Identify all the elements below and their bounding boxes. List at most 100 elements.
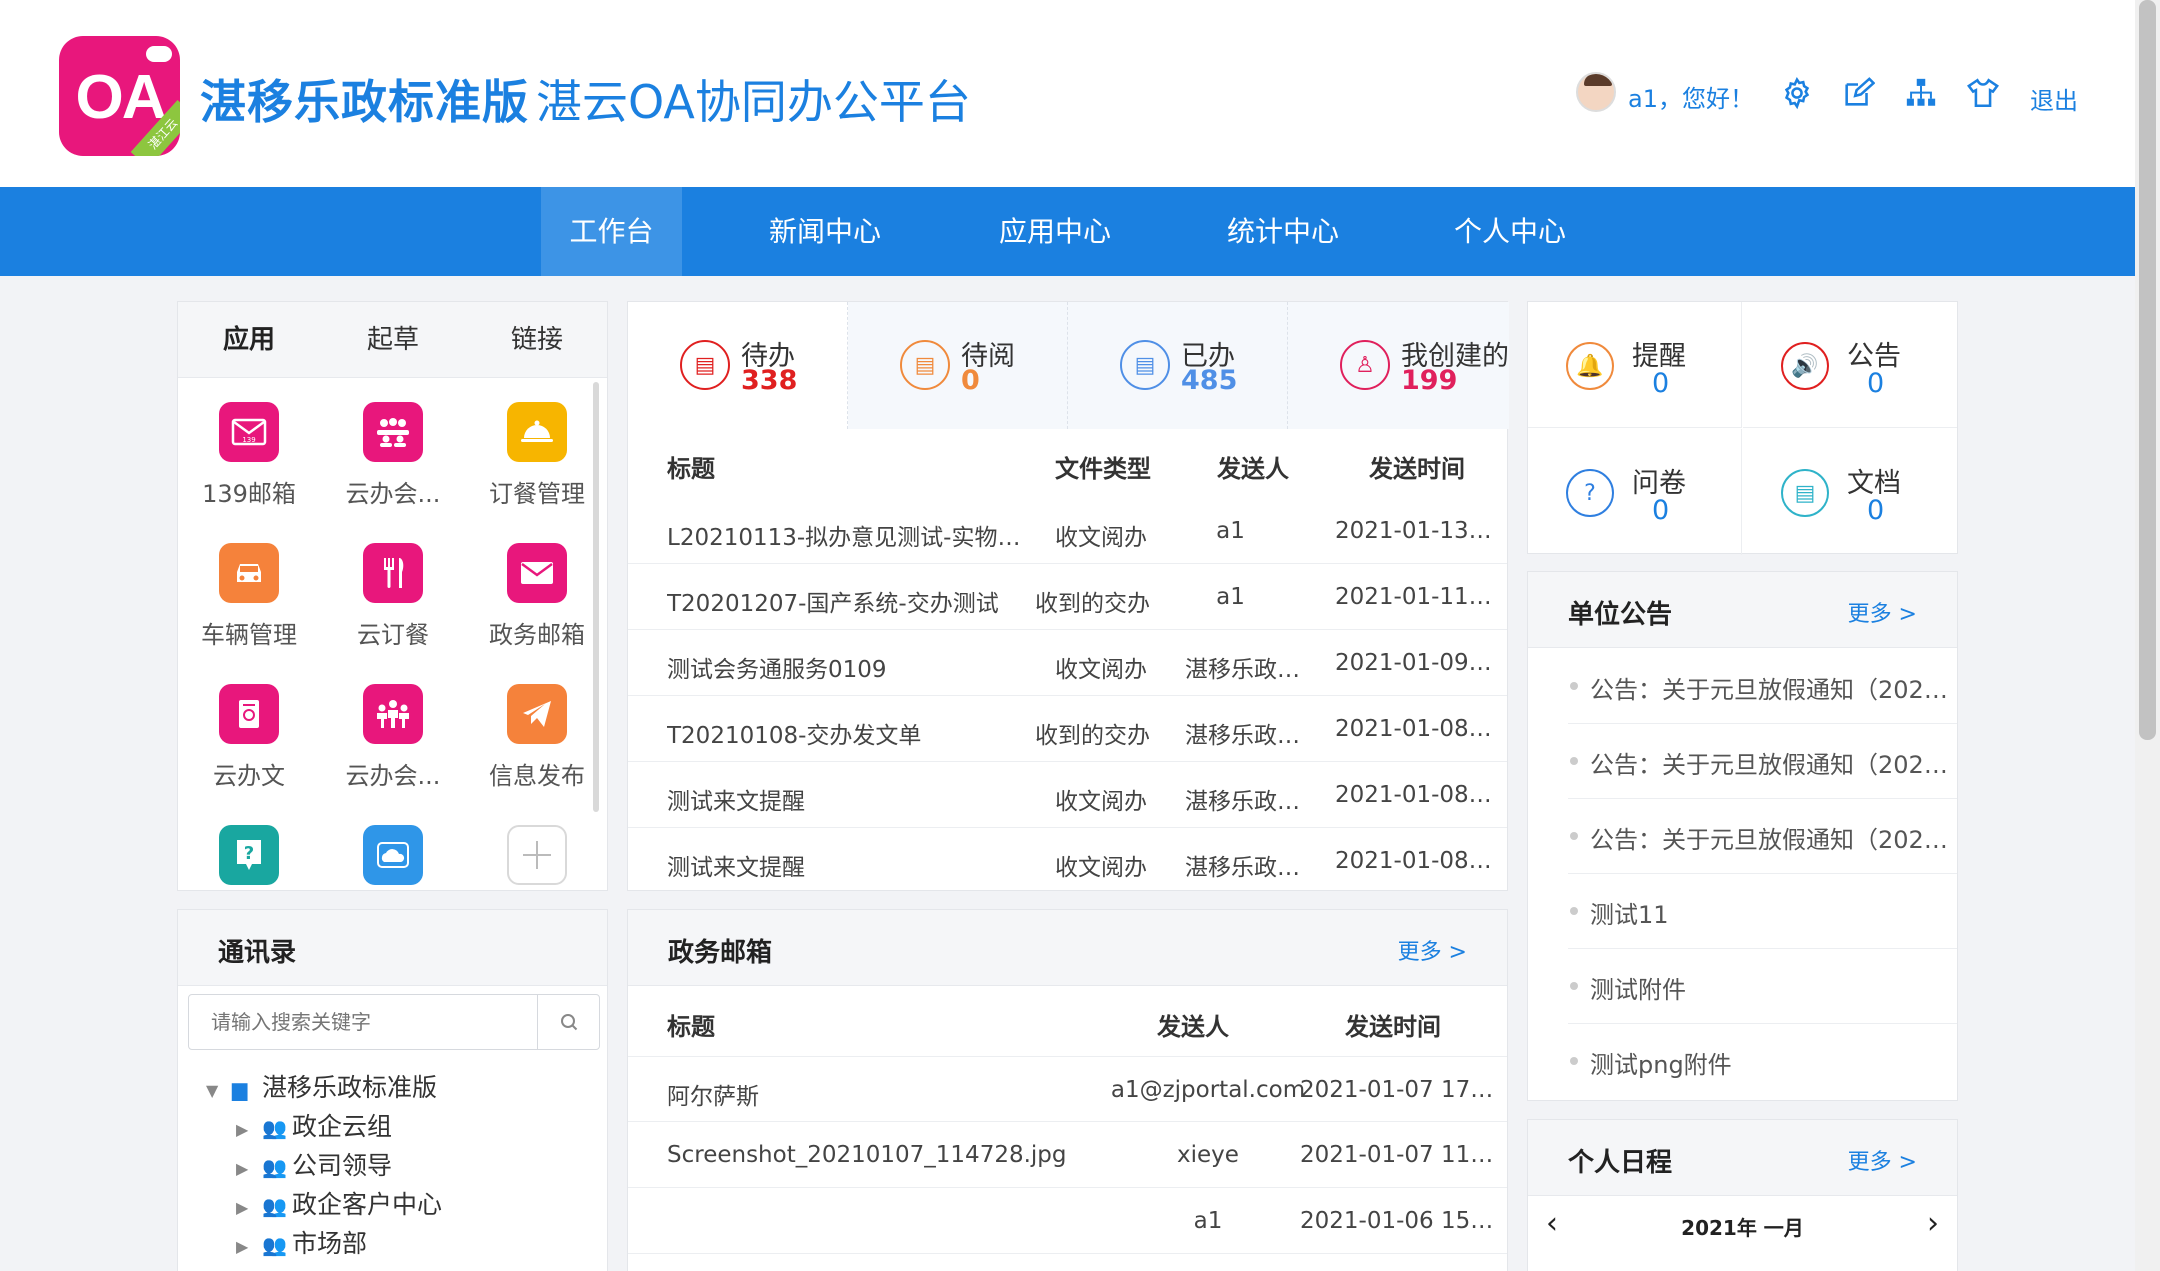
table-row[interactable]: 测试会务通服务0109 收文阅办 湛移乐政标准版 2021-01-09 10:2… xyxy=(628,630,1507,696)
nav-item-apps[interactable]: 应用中心 xyxy=(975,187,1135,276)
list-item-text[interactable]: 公告：关于元旦放假通知（2021） xyxy=(1590,745,1950,780)
gear-icon[interactable] xyxy=(1780,76,1814,110)
nav-item-workbench[interactable]: 工作台 xyxy=(541,187,682,276)
table-row[interactable]: Screenshot_20210107_114728.jpg xieye 202… xyxy=(628,1122,1507,1188)
list-item[interactable]: 测试附件 xyxy=(1568,949,1957,1024)
row-title[interactable]: T20210108-交办发文单 xyxy=(667,716,1027,750)
app-cloud-meal[interactable]: 云订餐 xyxy=(322,543,464,650)
tree-item[interactable]: ▶ 👥 政企客户中心 xyxy=(236,1185,442,1221)
tab-links[interactable]: 链接 xyxy=(466,302,608,378)
unit-notice-header: 单位公告 更多 > xyxy=(1528,572,1957,648)
tree-item-label: 公司领导 xyxy=(292,1151,393,1180)
tab-to-read[interactable]: ▤ 待阅 0 xyxy=(848,302,1068,429)
app-label: 云办文 xyxy=(213,762,285,790)
list-item-text[interactable]: 测试png附件 xyxy=(1590,1045,1950,1080)
app-139-mail[interactable]: 139 139邮箱 xyxy=(178,402,320,509)
app-cloud-meeting[interactable]: 云办会... xyxy=(322,402,464,509)
user-greeting[interactable]: a1，您好！ xyxy=(1628,79,1754,114)
user-avatar[interactable] xyxy=(1576,72,1616,112)
app-cloud-disk[interactable] xyxy=(322,825,464,885)
caret-right-icon[interactable]: ▶ xyxy=(236,1198,262,1217)
list-item-text[interactable]: 测试11 xyxy=(1590,895,1950,930)
table-row[interactable]: T20201207-国产系统-交办测试 收到的交办 a1 2021-01-11 … xyxy=(628,564,1507,630)
app-gov-mail[interactable]: 政务邮箱 xyxy=(466,543,608,650)
list-item-text[interactable]: 测试附件 xyxy=(1590,970,1950,1005)
table-row[interactable]: L20210113-拟办意见测试-实物收文 收文阅办 a1 2021-01-13… xyxy=(628,498,1507,564)
bullet xyxy=(1570,907,1578,915)
add-app-button[interactable] xyxy=(466,825,608,885)
app-questionnaire[interactable]: ? xyxy=(178,825,320,885)
row-title[interactable]: L20210113-拟办意见测试-实物收文 xyxy=(667,518,1027,552)
list-item-text[interactable]: 公告：关于元旦放假通知（2021） xyxy=(1590,670,1950,705)
page-scrollbar[interactable] xyxy=(2135,0,2160,1271)
search-icon[interactable] xyxy=(537,995,599,1049)
row-title[interactable]: 测试来文提醒 xyxy=(667,848,1027,882)
app-cloud-meeting-2[interactable]: 云办会... xyxy=(322,684,464,791)
group-icon: 👥 xyxy=(262,1155,287,1179)
reminder-box[interactable]: 🔔 提醒 0 xyxy=(1528,302,1742,428)
row-title[interactable]: Screenshot_20210107_114728.jpg xyxy=(667,1142,1087,1168)
app-info-publish[interactable]: 信息发布 xyxy=(466,684,608,791)
announcement-box[interactable]: 🔊 公告 0 xyxy=(1743,302,1957,428)
caret-right-icon[interactable]: ▶ xyxy=(236,1159,262,1178)
schedule-more-link[interactable]: 更多 > xyxy=(1848,1144,1917,1176)
chevron-right-icon[interactable]: › xyxy=(1927,1206,1939,1241)
tasks-panel: ▤ 待办 338 ▤ 待阅 0 ▤ 已办 485 ♙ 我创建的 199 标题 文… xyxy=(627,301,1509,894)
document-box[interactable]: ▤ 文档 0 xyxy=(1743,429,1957,555)
app-logo[interactable]: OA 湛江云 xyxy=(59,36,180,156)
shirt-icon[interactable] xyxy=(1966,76,2000,110)
table-row[interactable]: T20210108-交办发文单 收到的交办 湛移乐政标准版 2021-01-08… xyxy=(628,696,1507,762)
nav-item-stats[interactable]: 统计中心 xyxy=(1203,187,1363,276)
apps-scrollbar[interactable] xyxy=(593,382,599,812)
row-title[interactable]: 测试来文提醒 xyxy=(667,782,1027,816)
row-title[interactable]: T20201207-国产系统-交办测试 xyxy=(667,584,1027,618)
box-count: 0 xyxy=(1867,368,1885,399)
app-vehicle-management[interactable]: 车辆管理 xyxy=(178,543,320,650)
tree-item[interactable]: ▶ 👥 市场部 xyxy=(236,1224,367,1260)
caret-down-icon[interactable]: ▼ xyxy=(206,1081,232,1100)
tab-apps[interactable]: 应用 xyxy=(178,302,320,378)
list-item[interactable]: 公告：关于元旦放假通知（2021） xyxy=(1568,799,1957,874)
table-row[interactable]: 测试来文提醒 收文阅办 湛移乐政标准版 2021-01-08 16:20 xyxy=(628,762,1507,828)
row-sender: a1@zjportal.com xyxy=(1110,1077,1306,1103)
list-item[interactable]: 测试png附件 xyxy=(1568,1024,1957,1099)
table-row[interactable]: 测试来文提醒 收文阅办 湛移乐政标准版 2021-01-08 15:30 xyxy=(628,828,1507,894)
table-row[interactable]: 阿尔萨斯 a1@zjportal.com 2021-01-07 17:48 xyxy=(628,1056,1507,1122)
tree-root-label: 湛移乐政标准版 xyxy=(262,1073,438,1102)
tab-draft[interactable]: 起草 xyxy=(322,302,464,378)
row-time: 2021-01-07 17:48 xyxy=(1300,1077,1500,1103)
list-item-text[interactable]: 公告：关于元旦放假通知（2021） xyxy=(1590,820,1950,855)
mailbox-more-link[interactable]: 更多 > xyxy=(1398,934,1467,966)
caret-right-icon[interactable]: ▶ xyxy=(236,1237,262,1256)
logout-link[interactable]: 退出 xyxy=(2030,81,2078,116)
tree-item[interactable]: ▶ 👥 公司领导 xyxy=(236,1146,392,1182)
questionnaire-box[interactable]: ? 问卷 0 xyxy=(1528,429,1742,555)
bell-icon: 🔔 xyxy=(1566,342,1614,390)
scrollbar-thumb[interactable] xyxy=(2139,0,2156,740)
tab-todo[interactable]: ▤ 待办 338 xyxy=(628,302,848,429)
row-time: 2021-01-08 15:30 xyxy=(1335,848,1495,874)
tree-item-label: 政企客户中心 xyxy=(292,1190,443,1219)
tree-root[interactable]: ▼ ▆ 湛移乐政标准版 xyxy=(206,1068,437,1104)
list-item[interactable]: 公告：关于元旦放假通知（2021） xyxy=(1568,649,1957,724)
list-item[interactable]: 公告：关于元旦放假通知（2021） xyxy=(1568,724,1957,799)
nav-item-personal[interactable]: 个人中心 xyxy=(1430,187,1590,276)
tree-item[interactable]: ▶ 👥 政企云组 xyxy=(236,1107,392,1143)
nav-item-news[interactable]: 新闻中心 xyxy=(745,187,905,276)
app-cloud-document[interactable]: 云办文 xyxy=(178,684,320,791)
org-chart-icon[interactable] xyxy=(1904,76,1938,110)
table-row[interactable]: a1 2021-01-06 15:28 xyxy=(628,1188,1507,1254)
edit-icon[interactable] xyxy=(1841,76,1876,110)
row-time: 2021-01-08 17:30 xyxy=(1335,716,1495,742)
row-title[interactable]: 测试会务通服务0109 xyxy=(667,650,1027,684)
search-input[interactable] xyxy=(189,995,539,1049)
tab-count: 0 xyxy=(961,365,980,396)
app-title: 湛移乐政标准版 xyxy=(200,75,529,129)
app-meal-management[interactable]: 订餐管理 xyxy=(466,402,608,509)
tab-created[interactable]: ♙ 我创建的 199 xyxy=(1288,302,1509,429)
list-item[interactable]: 测试11 xyxy=(1568,874,1957,949)
unit-notice-more-link[interactable]: 更多 > xyxy=(1848,596,1917,628)
tab-done[interactable]: ▤ 已办 485 xyxy=(1068,302,1288,429)
caret-right-icon[interactable]: ▶ xyxy=(236,1120,262,1139)
row-title[interactable]: 阿尔萨斯 xyxy=(667,1077,1087,1111)
